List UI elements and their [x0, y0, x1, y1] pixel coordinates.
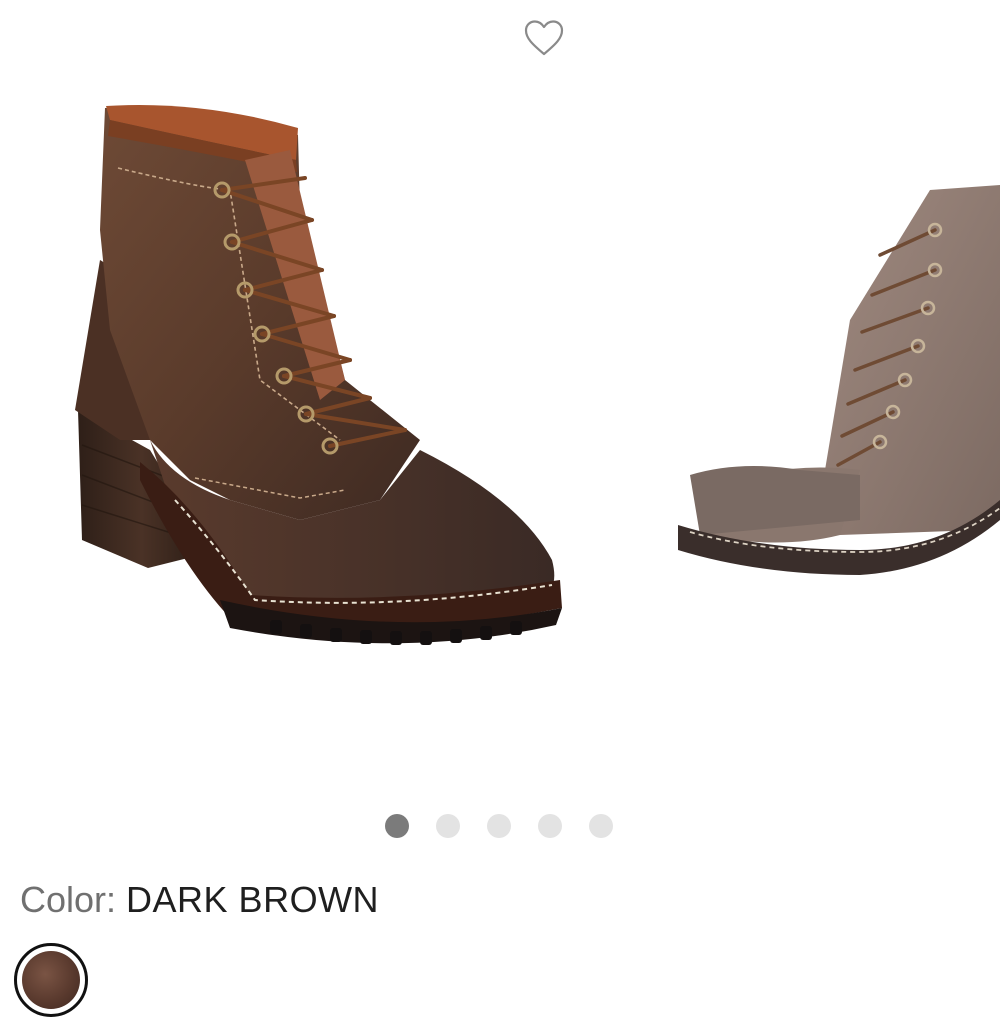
gallery-dot-2[interactable] — [436, 814, 460, 838]
gallery-dot-1[interactable] — [385, 814, 409, 838]
gallery-dot-5[interactable] — [589, 814, 613, 838]
heart-outline-icon — [524, 20, 564, 56]
gallery-dot-3[interactable] — [487, 814, 511, 838]
color-selection-label: Color: DARK BROWN — [20, 878, 379, 922]
product-image-gallery[interactable] — [0, 80, 1000, 800]
selected-color-name: DARK BROWN — [126, 879, 380, 920]
favorite-button[interactable] — [522, 18, 566, 58]
boot-image-next — [678, 185, 1000, 575]
swatch-fill — [22, 951, 80, 1009]
color-label: Color: — [20, 879, 127, 920]
gallery-dot-4[interactable] — [538, 814, 562, 838]
color-swatch-dark-brown[interactable] — [14, 943, 88, 1017]
gallery-pagination — [385, 814, 613, 838]
boot-image-main — [75, 104, 562, 645]
